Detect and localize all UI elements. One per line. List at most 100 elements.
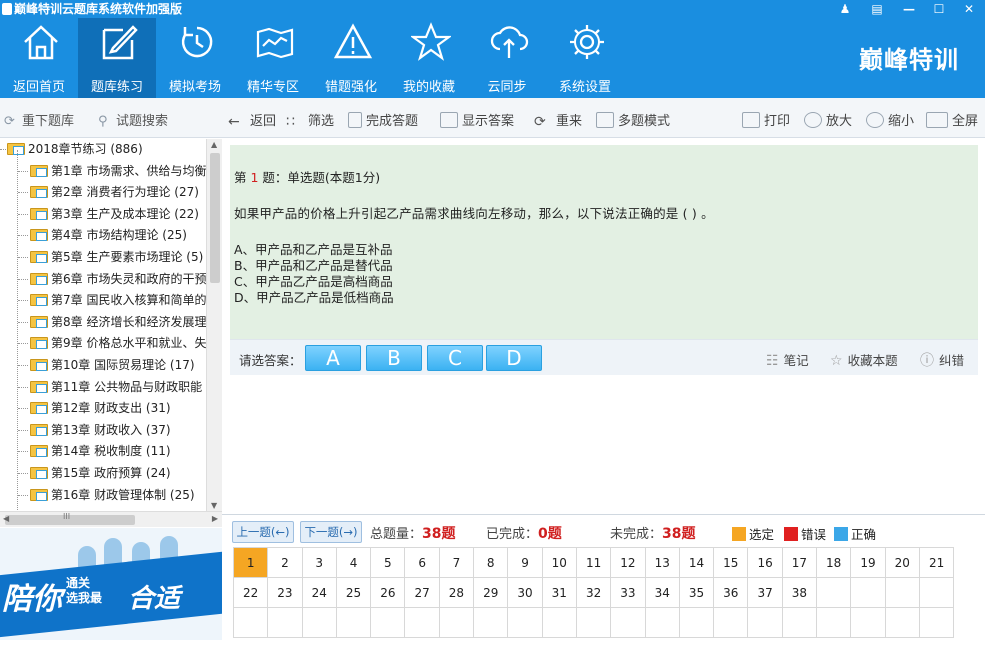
question-number-cell[interactable]: 23 xyxy=(267,577,303,608)
scroll-up-icon[interactable]: ▲ xyxy=(211,140,217,149)
question-number-cell[interactable]: 1 xyxy=(232,547,269,578)
next-question-button[interactable]: 下一题(→) xyxy=(300,521,362,543)
question-number-cell[interactable]: 4 xyxy=(335,547,372,578)
question-number-cell[interactable]: 18 xyxy=(816,547,852,578)
maximize-button[interactable]: ☐ xyxy=(926,0,952,18)
nav-settings[interactable]: 系统设置 xyxy=(546,18,624,98)
tree-chapter-item[interactable]: 第5章 生产要素市场理论 (5) xyxy=(18,247,203,269)
question-number-cell[interactable]: 24 xyxy=(301,577,337,608)
question-number-cell[interactable]: 29 xyxy=(473,577,509,608)
show-answer-button[interactable]: 显示答案 xyxy=(440,110,514,129)
question-number-cell[interactable]: 13 xyxy=(644,547,680,578)
reload-bank-button[interactable]: ⟳ 重下题库 xyxy=(4,110,74,129)
tree-horizontal-scrollbar[interactable]: III ◀ ▶ xyxy=(0,511,222,527)
question-number-cell[interactable]: 7 xyxy=(438,547,475,578)
tree-chapter-item[interactable]: 第15章 政府预算 (24) xyxy=(18,463,171,485)
skin-icon[interactable]: ▤ xyxy=(864,0,890,18)
question-number-cell[interactable]: 30 xyxy=(507,577,543,608)
user-icon[interactable]: ♟ xyxy=(832,0,858,18)
minimize-button[interactable]: — xyxy=(896,0,922,18)
favorite-button[interactable]: ☆ 收藏本题 xyxy=(830,350,898,369)
answer-a-button[interactable]: A xyxy=(305,345,361,371)
zoom-in-button[interactable]: 放大 xyxy=(804,110,852,129)
tree-root[interactable]: 2018章节练习 (886) xyxy=(0,139,143,161)
tree-chapter-item[interactable]: 第2章 消费者行为理论 (27) xyxy=(18,182,199,204)
answer-c-button[interactable]: C xyxy=(427,345,483,371)
question-number-cell[interactable]: 25 xyxy=(335,577,372,608)
finish-button[interactable]: 完成答题 xyxy=(348,110,418,129)
question-number-cell[interactable]: 3 xyxy=(301,547,337,578)
zoom-out-button[interactable]: 缩小 xyxy=(866,110,914,129)
tree-vertical-scrollbar[interactable]: ▲ ▼ xyxy=(206,139,222,511)
nav-wrong-questions[interactable]: 错题强化 xyxy=(312,18,390,98)
tree-chapter-item[interactable]: 第13章 财政收入 (37) xyxy=(18,420,171,442)
tree-chapter-item[interactable]: 第3章 生产及成本理论 (22) xyxy=(18,204,199,226)
filter-button[interactable]: ∷ 筛选 xyxy=(286,110,334,130)
question-number-cell[interactable]: 11 xyxy=(575,547,612,578)
tree-chapter-item[interactable]: 第4章 市场结构理论 (25) xyxy=(18,225,187,247)
scroll-left-icon[interactable]: ◀ xyxy=(3,514,9,523)
nav-cloud-sync[interactable]: 云同步 xyxy=(468,18,546,98)
nav-practice[interactable]: 题库练习 xyxy=(78,18,156,98)
scroll-down-icon[interactable]: ▼ xyxy=(211,501,217,510)
nav-home[interactable]: 返回首页 xyxy=(0,18,78,98)
search-questions-button[interactable]: ⚲ 试题搜索 xyxy=(98,110,168,129)
tree-chapter-item[interactable]: 第1章 市场需求、供给与均衡价格 xyxy=(18,161,206,183)
question-number-cell[interactable]: 15 xyxy=(713,547,749,578)
print-button[interactable]: 打印 xyxy=(742,110,790,129)
hscroll-thumb[interactable]: III xyxy=(5,512,135,525)
tree-chapter-item[interactable]: 第9章 价格总水平和就业、失业 xyxy=(18,333,206,355)
tree-chapter-item[interactable]: 第14章 税收制度 (11) xyxy=(18,441,171,463)
promo-banner[interactable]: 陪你 通关 选我最 合适 xyxy=(0,528,222,640)
question-number-cell[interactable]: 17 xyxy=(781,547,818,578)
question-number-cell[interactable]: 26 xyxy=(370,577,406,608)
scroll-thumb[interactable] xyxy=(210,153,220,283)
tree-chapter-item[interactable]: 第16章 财政管理体制 (25) xyxy=(18,485,195,507)
nav-mock-exam[interactable]: 模拟考场 xyxy=(156,18,234,98)
question-number-cell[interactable]: 31 xyxy=(541,577,577,608)
close-button[interactable]: ✕ xyxy=(956,0,982,18)
tree-chapter-item[interactable]: 第6章 市场失灵和政府的干预 ( xyxy=(18,269,206,291)
question-number-cell[interactable]: 34 xyxy=(644,577,680,608)
question-number-cell[interactable]: 19 xyxy=(850,547,886,578)
question-number-cell[interactable]: 27 xyxy=(404,577,440,608)
question-number-cell[interactable]: 22 xyxy=(232,577,269,608)
report-error-button[interactable]: ⓘ 纠错 xyxy=(920,350,964,370)
question-number-cell[interactable]: 28 xyxy=(438,577,475,608)
question-number-cell[interactable]: 36 xyxy=(713,577,749,608)
prev-question-button[interactable]: 上一题(←) xyxy=(232,521,294,543)
multi-mode-button[interactable]: 多题模式 xyxy=(596,110,670,129)
back-button[interactable]: ← 返回 xyxy=(228,110,276,130)
question-number-cell[interactable]: 2 xyxy=(267,547,303,578)
redo-button[interactable]: ⟳ 重来 xyxy=(534,110,582,130)
tree-chapter-item[interactable]: 第7章 国民收入核算和简单的宏 xyxy=(18,290,206,312)
question-number-cell[interactable]: 14 xyxy=(678,547,715,578)
tree-chapter-item[interactable]: 第12章 财政支出 (31) xyxy=(18,398,171,420)
question-number-cell[interactable]: 21 xyxy=(918,547,955,578)
question-number-cell[interactable]: 10 xyxy=(541,547,577,578)
fullscreen-button[interactable]: 全屏 xyxy=(926,110,978,129)
question-number-cell[interactable]: 16 xyxy=(747,547,783,578)
question-number-cell[interactable]: 5 xyxy=(370,547,406,578)
done-count: 已完成：0题 xyxy=(486,523,562,543)
note-button[interactable]: ☷ 笔记 xyxy=(766,350,809,369)
tree-chapter-item[interactable]: 第8章 经济增长和经济发展理论 xyxy=(18,312,206,334)
question-number-cell[interactable]: 8 xyxy=(473,547,509,578)
question-number-cell[interactable]: 33 xyxy=(610,577,646,608)
search-questions-label: 试题搜索 xyxy=(116,114,169,129)
question-number-cell[interactable]: 9 xyxy=(507,547,543,578)
question-number-cell[interactable]: 32 xyxy=(575,577,612,608)
answer-b-button[interactable]: B xyxy=(366,345,422,371)
question-number-cell[interactable]: 12 xyxy=(610,547,646,578)
question-number-cell[interactable]: 6 xyxy=(404,547,440,578)
nav-essence[interactable]: 精华专区 xyxy=(234,18,312,98)
scroll-right-icon[interactable]: ▶ xyxy=(212,514,218,523)
answer-d-button[interactable]: D xyxy=(486,345,542,371)
question-number-cell[interactable]: 37 xyxy=(747,577,783,608)
nav-favorites[interactable]: 我的收藏 xyxy=(390,18,468,98)
question-number-cell[interactable]: 38 xyxy=(781,577,818,608)
tree-chapter-item[interactable]: 第11章 公共物品与财政职能 (2 xyxy=(18,377,206,399)
question-number-cell[interactable]: 20 xyxy=(884,547,920,578)
question-number-cell[interactable]: 35 xyxy=(678,577,715,608)
tree-chapter-item[interactable]: 第10章 国际贸易理论 (17) xyxy=(18,355,195,377)
